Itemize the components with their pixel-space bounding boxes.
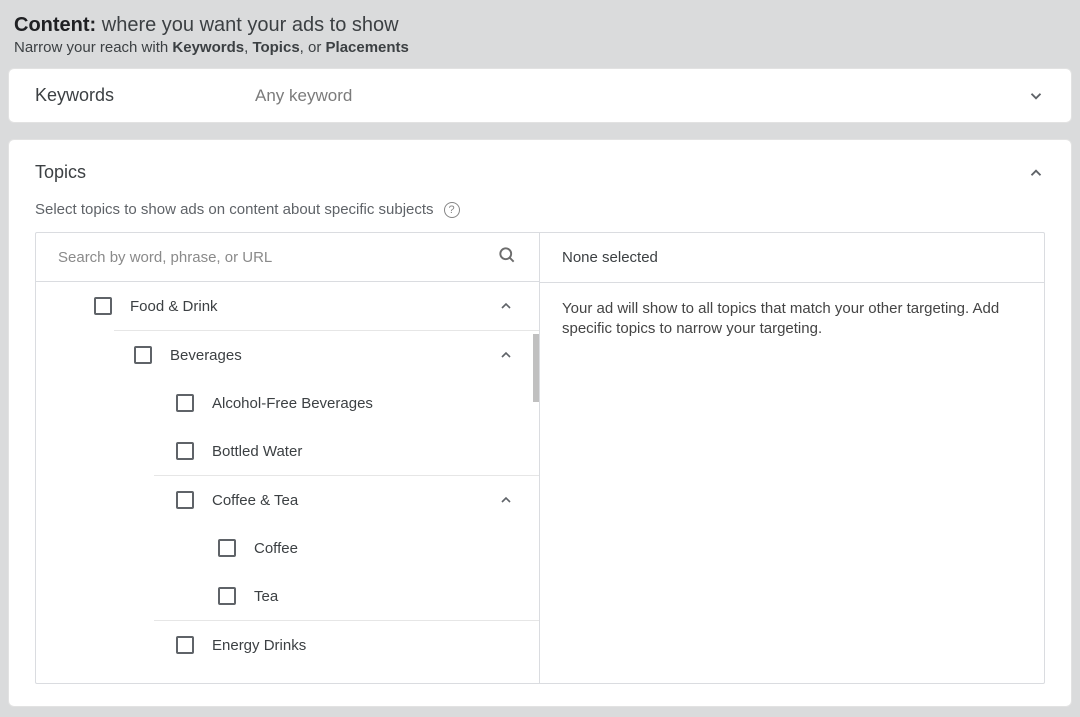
topics-header-row[interactable]: Topics: [35, 162, 1045, 183]
topics-left-pane: Food & Drink Beverages Alcohol-Free Beve…: [36, 233, 540, 683]
chevron-up-icon[interactable]: [497, 297, 515, 315]
topic-label: Energy Drinks: [212, 637, 519, 654]
topic-label: Tea: [254, 588, 519, 605]
topic-row-tea[interactable]: Tea: [36, 572, 539, 620]
search-icon[interactable]: [497, 245, 517, 269]
topic-row-bottled-water[interactable]: Bottled Water: [36, 427, 539, 475]
chevron-down-icon: [1027, 87, 1045, 105]
topic-row-alcohol-free[interactable]: Alcohol-Free Beverages: [36, 379, 539, 427]
checkbox[interactable]: [218, 587, 236, 605]
topics-label: Topics: [35, 162, 86, 183]
topics-card: Topics Select topics to show ads on cont…: [8, 139, 1072, 707]
topics-hint-text: Your ad will show to all topics that mat…: [540, 283, 1044, 356]
topics-selected-header: None selected: [540, 233, 1044, 283]
topic-row-food-drink[interactable]: Food & Drink: [36, 282, 539, 330]
help-icon[interactable]: ?: [444, 202, 460, 218]
topic-label: Alcohol-Free Beverages: [212, 395, 519, 412]
checkbox[interactable]: [176, 636, 194, 654]
keywords-card[interactable]: Keywords Any keyword: [8, 68, 1072, 123]
content-title: Content: where you want your ads to show: [14, 14, 1066, 37]
checkbox[interactable]: [94, 297, 112, 315]
chevron-up-icon[interactable]: [497, 346, 515, 364]
keywords-value: Any keyword: [255, 86, 1027, 106]
chevron-up-icon: [1027, 164, 1045, 182]
topic-row-beverages[interactable]: Beverages: [36, 331, 539, 379]
chevron-up-icon[interactable]: [497, 491, 515, 509]
sub-keywords: Keywords: [172, 39, 244, 56]
scrollbar-thumb[interactable]: [533, 334, 539, 402]
topic-row-coffee[interactable]: Coffee: [36, 524, 539, 572]
sub-topics: Topics: [252, 39, 299, 56]
checkbox[interactable]: [176, 491, 194, 509]
checkbox[interactable]: [176, 394, 194, 412]
topic-row-energy-drinks[interactable]: Energy Drinks: [36, 621, 539, 669]
content-header: Content: where you want your ads to show…: [8, 10, 1072, 68]
topics-search-input[interactable]: [58, 249, 497, 266]
topics-right-pane: None selected Your ad will show to all t…: [540, 233, 1044, 683]
checkbox[interactable]: [134, 346, 152, 364]
topic-label: Food & Drink: [130, 298, 497, 315]
checkbox[interactable]: [218, 539, 236, 557]
topic-label: Coffee: [254, 540, 519, 557]
topic-label: Coffee & Tea: [212, 492, 497, 509]
keywords-label: Keywords: [35, 85, 255, 106]
sub-placements: Placements: [326, 39, 409, 56]
topics-description: Select topics to show ads on content abo…: [35, 201, 434, 218]
topic-row-coffee-tea[interactable]: Coffee & Tea: [36, 476, 539, 524]
topic-label: Bottled Water: [212, 443, 519, 460]
topics-description-row: Select topics to show ads on content abo…: [35, 201, 1045, 218]
topics-tree[interactable]: Food & Drink Beverages Alcohol-Free Beve…: [36, 282, 539, 683]
topics-search-row: [36, 233, 539, 282]
content-title-bold: Content:: [14, 14, 96, 36]
content-title-rest: where you want your ads to show: [96, 14, 398, 36]
content-subtitle: Narrow your reach with Keywords, Topics,…: [14, 39, 1066, 56]
topics-browser: Food & Drink Beverages Alcohol-Free Beve…: [35, 232, 1045, 684]
topic-label: Beverages: [170, 347, 497, 364]
checkbox[interactable]: [176, 442, 194, 460]
